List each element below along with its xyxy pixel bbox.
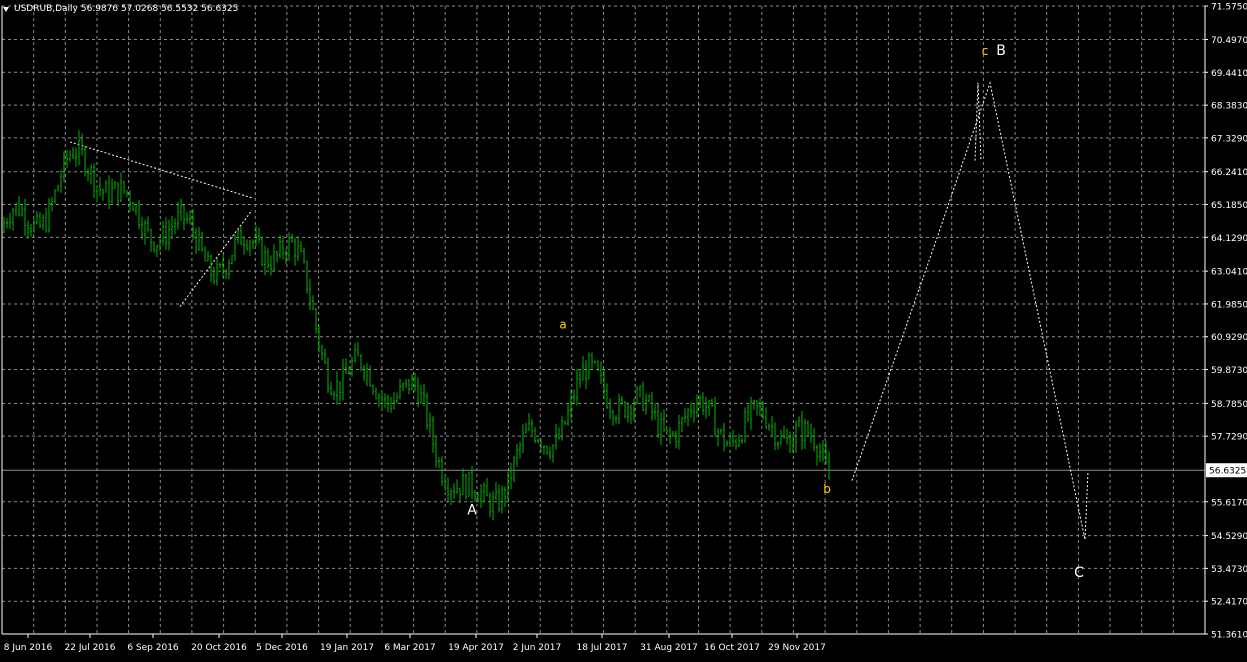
y-tick-label: 60.9290: [1211, 333, 1247, 343]
wave-label-a: a: [559, 317, 566, 331]
chart-header[interactable]: USDRUB,Daily 56.9876 57.0268 56.5532 56.…: [3, 2, 238, 16]
y-tick-label: 55.6170: [1211, 498, 1247, 508]
wave-label-C: C: [1074, 565, 1084, 581]
x-tick-label: 31 Aug 2017: [640, 643, 698, 653]
wave-label-c: c: [982, 44, 989, 58]
y-tick-label: 53.4730: [1211, 565, 1247, 575]
y-tick-label: 69.4410: [1211, 69, 1247, 79]
y-tick-label: 58.7850: [1211, 400, 1247, 410]
ohlc-quote: 56.9876 57.0268 56.5532 56.6325: [80, 4, 239, 14]
x-tick-label: 6 Sep 2016: [127, 643, 179, 653]
price-chart[interactable]: Aa b c B C 71.5750 70.4970 69.4410 68.3830 67.32…: [0, 0, 1247, 658]
y-tick-label: 67.3290: [1211, 134, 1247, 144]
current-price-tick-label: 56.6325: [1209, 467, 1246, 477]
x-tick-label: 29 Nov 2017: [768, 643, 826, 653]
y-tick-label: 63.0410: [1211, 268, 1247, 278]
x-tick-label: 6 Mar 2017: [384, 643, 435, 653]
y-tick-label: 65.1850: [1211, 201, 1247, 211]
x-tick-label: 20 Oct 2016: [191, 643, 247, 653]
x-tick-label: 2 Jun 2017: [513, 643, 561, 653]
x-tick-label: 22 Jul 2016: [65, 643, 116, 653]
x-tick-label: 19 Jan 2017: [320, 643, 374, 653]
y-tick-label: 68.3830: [1211, 102, 1247, 112]
x-tick-label: 19 Apr 2017: [448, 643, 504, 653]
chevron-down-icon[interactable]: [3, 6, 9, 12]
y-tick-label: 71.5750: [1211, 3, 1247, 13]
y-tick-label: 52.4170: [1211, 598, 1247, 608]
wave-label-B: B: [996, 43, 1006, 59]
y-tick-label: 59.8730: [1211, 366, 1247, 376]
x-tick-label: 8 Jun 2016: [4, 643, 53, 653]
chart-root[interactable]: Aa b cB C 71.5750 70.4970 69.4410 68.3830 67.32…: [0, 0, 1247, 658]
wave-label-A: A: [467, 503, 477, 519]
y-tick-label: 64.1290: [1211, 234, 1247, 244]
y-tick-label: 54.5290: [1211, 532, 1247, 542]
y-tick-label: 70.4970: [1211, 36, 1247, 46]
y-tick-label: 61.9850: [1211, 300, 1247, 310]
symbol-label: USDRUB,Daily: [14, 4, 78, 14]
y-tick-label: 57.7290: [1211, 433, 1247, 443]
x-tick-label: 5 Dec 2016: [256, 643, 308, 653]
x-tick-label: 16 Oct 2017: [704, 643, 760, 653]
wave-label-b: b: [823, 482, 831, 496]
chart-background: [0, 0, 1247, 658]
x-tick-label: 18 Jul 2017: [577, 643, 628, 653]
y-tick-label: 66.2410: [1211, 168, 1247, 178]
y-tick-label: 51.3610: [1211, 631, 1247, 641]
